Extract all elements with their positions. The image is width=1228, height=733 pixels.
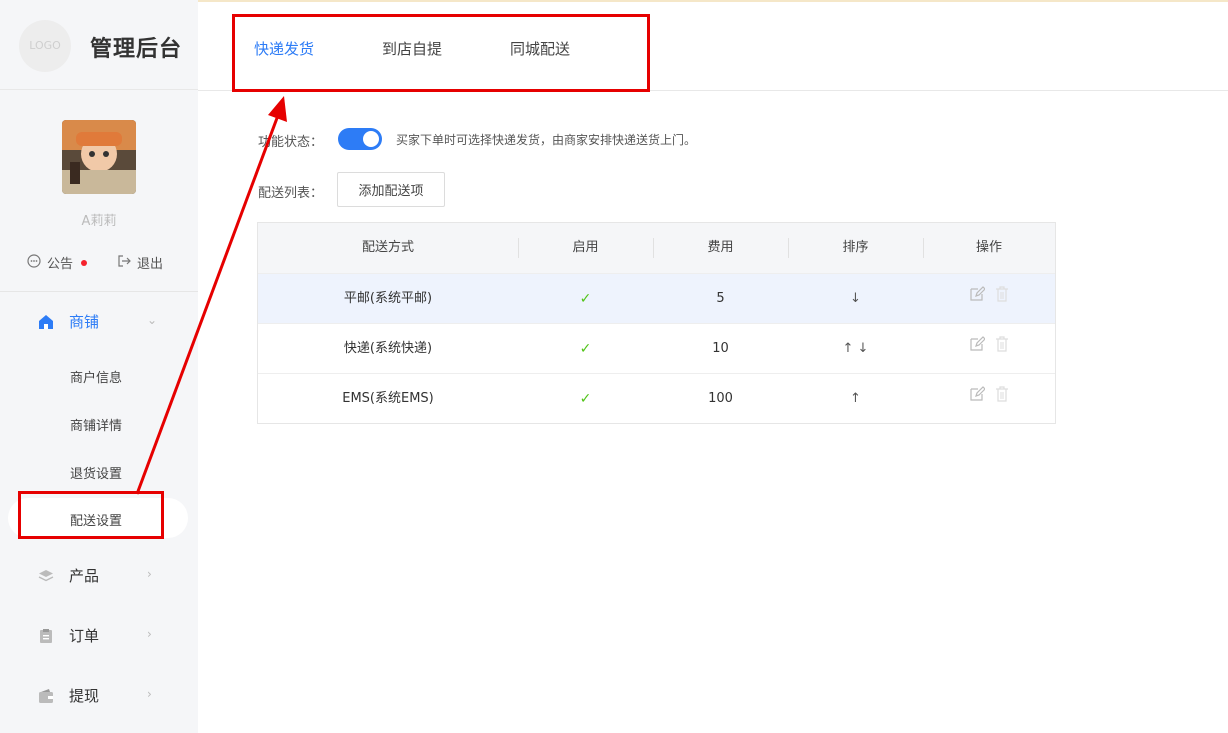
annotation-arrow	[135, 96, 287, 495]
